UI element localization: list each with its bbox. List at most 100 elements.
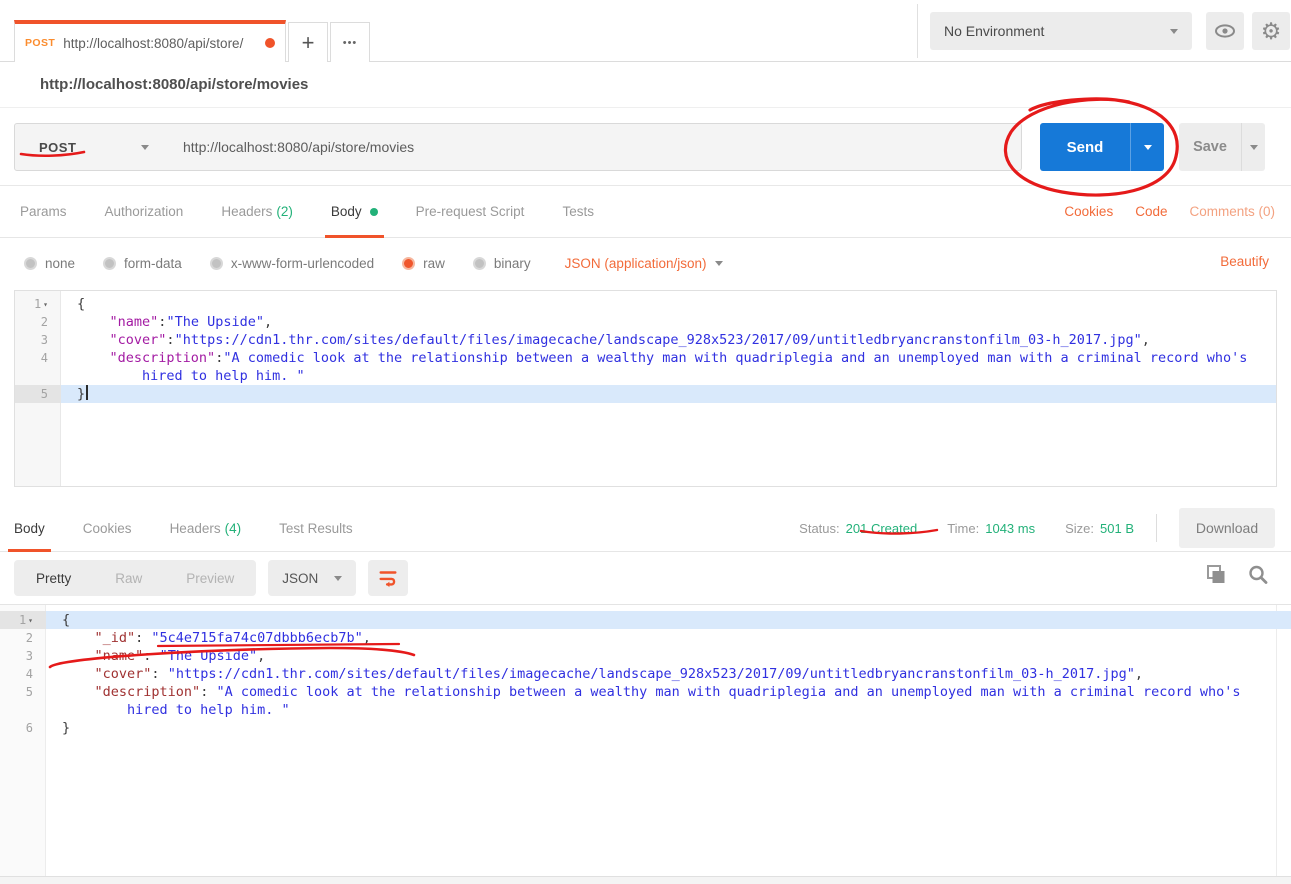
- response-tab-headers[interactable]: Headers(4): [170, 505, 242, 552]
- tab-authorization[interactable]: Authorization: [105, 186, 184, 238]
- more-icon: •••: [343, 37, 358, 49]
- url-input[interactable]: http://localhost:8080/api/store/movies: [165, 123, 1022, 171]
- environment-label: No Environment: [944, 23, 1044, 39]
- code-link[interactable]: Code: [1135, 204, 1167, 219]
- request-tabs-bar: Params Authorization Headers(2) Body Pre…: [0, 186, 1291, 238]
- search-icon[interactable]: [1247, 564, 1269, 586]
- header-bar: POST http://localhost:8080/api/store/ + …: [0, 0, 1291, 62]
- comments-link[interactable]: Comments (0): [1189, 204, 1275, 219]
- request-tab[interactable]: POST http://localhost:8080/api/store/: [14, 20, 286, 62]
- tab-headers[interactable]: Headers(2): [221, 186, 293, 238]
- size-value: 501 B: [1100, 521, 1134, 536]
- tab-tests[interactable]: Tests: [562, 186, 594, 238]
- tab-body[interactable]: Body: [331, 186, 378, 238]
- tab-method-badge: POST: [25, 37, 55, 49]
- code-line[interactable]: 5}: [15, 385, 1276, 403]
- radio-icon: [473, 257, 486, 270]
- code-line[interactable]: 4 "description":"A comedic look at the r…: [15, 349, 1276, 367]
- code-line[interactable]: hired to help him. ": [0, 701, 1291, 719]
- status-badge: 201 Created: [846, 521, 918, 536]
- body-type-bar: none form-data x-www-form-urlencoded raw…: [0, 238, 1291, 288]
- postman-app: POST http://localhost:8080/api/store/ + …: [0, 0, 1291, 884]
- radio-none[interactable]: none: [24, 256, 75, 271]
- settings-button[interactable]: ⚙: [1252, 12, 1290, 50]
- view-switcher: Pretty Raw Preview: [14, 560, 256, 596]
- copy-icon[interactable]: [1205, 564, 1227, 586]
- chevron-down-icon: [1170, 29, 1178, 34]
- request-builder: POST http://localhost:8080/api/store/mov…: [0, 108, 1291, 186]
- beautify-link[interactable]: Beautify: [1220, 254, 1269, 269]
- tab-pre-request-script[interactable]: Pre-request Script: [416, 186, 525, 238]
- radio-icon: [24, 257, 37, 270]
- view-pretty[interactable]: Pretty: [14, 571, 93, 586]
- response-headers-count-badge: (4): [225, 521, 242, 536]
- code-line[interactable]: 3 "name": "The Upside",: [0, 647, 1291, 665]
- wrap-lines-button[interactable]: [368, 560, 408, 596]
- download-button[interactable]: Download: [1179, 508, 1275, 548]
- code-line[interactable]: 6}: [0, 719, 1291, 737]
- save-options-button[interactable]: [1241, 123, 1265, 171]
- status-label: Status:: [799, 521, 839, 536]
- time-value: 1043 ms: [985, 521, 1035, 536]
- save-label: Save: [1193, 139, 1227, 155]
- code-line[interactable]: hired to help him. ": [15, 367, 1276, 385]
- response-tab-body[interactable]: Body: [14, 505, 45, 552]
- eye-icon: [1214, 23, 1236, 39]
- radio-icon: [210, 257, 223, 270]
- cookies-link[interactable]: Cookies: [1064, 204, 1113, 219]
- time-label: Time:: [947, 521, 979, 536]
- new-tab-button[interactable]: +: [288, 22, 328, 62]
- tab-params[interactable]: Params: [20, 186, 67, 238]
- radio-x-www-form-urlencoded[interactable]: x-www-form-urlencoded: [210, 256, 374, 271]
- chevron-down-icon: [141, 145, 149, 150]
- radio-binary[interactable]: binary: [473, 256, 531, 271]
- request-body-editor[interactable]: 1▾{2 "name":"The Upside",3 "cover":"http…: [14, 290, 1277, 487]
- code-line[interactable]: 2 "_id": "5c4e715fa74c07dbbb6ecb7b",: [0, 629, 1291, 647]
- radio-raw[interactable]: raw: [402, 256, 445, 271]
- content-type-label: JSON (application/json): [565, 256, 707, 271]
- view-raw[interactable]: Raw: [93, 571, 164, 586]
- code-line[interactable]: 4 "cover": "https://cdn1.thr.com/sites/d…: [0, 665, 1291, 683]
- response-tab-test-results[interactable]: Test Results: [279, 505, 353, 552]
- meta-divider: [1156, 514, 1157, 542]
- body-edited-dot-icon: [370, 208, 378, 216]
- plus-icon: +: [302, 30, 315, 56]
- send-label: Send: [1067, 139, 1104, 156]
- response-meta-bar: Body Cookies Headers(4) Test Results Sta…: [0, 505, 1291, 552]
- wrap-text-icon: [377, 567, 399, 589]
- method-selector[interactable]: POST: [14, 123, 166, 171]
- code-line[interactable]: 3 "cover":"https://cdn1.thr.com/sites/de…: [15, 331, 1276, 349]
- response-view-toolbar: Pretty Raw Preview JSON: [0, 552, 1291, 604]
- tab-url-label: http://localhost:8080/api/store/: [63, 36, 257, 51]
- headers-count-badge: (2): [276, 204, 293, 219]
- tab-options-button[interactable]: •••: [330, 22, 370, 62]
- language-label: JSON: [282, 571, 318, 586]
- send-button[interactable]: Send: [1040, 123, 1130, 171]
- code-line[interactable]: 1▾{: [15, 295, 1276, 313]
- response-body-editor[interactable]: 1▾{2 "_id": "5c4e715fa74c07dbbb6ecb7b",3…: [0, 604, 1291, 876]
- url-value: http://localhost:8080/api/store/movies: [183, 139, 414, 155]
- unsaved-changes-dot-icon: [265, 38, 275, 48]
- radio-form-data[interactable]: form-data: [103, 256, 182, 271]
- environment-selector[interactable]: No Environment: [930, 12, 1192, 50]
- content-type-selector[interactable]: JSON (application/json): [565, 256, 724, 271]
- environment-quick-look-button[interactable]: [1206, 12, 1244, 50]
- chevron-down-icon: [1144, 145, 1152, 150]
- view-preview[interactable]: Preview: [164, 571, 256, 586]
- status-strip: [0, 876, 1291, 884]
- code-line[interactable]: 1▾{: [0, 611, 1291, 629]
- request-title-row: http://localhost:8080/api/store/movies: [0, 62, 1291, 108]
- code-line[interactable]: 5 "description": "A comedic look at the …: [0, 683, 1291, 701]
- response-language-selector[interactable]: JSON: [268, 560, 356, 596]
- method-label: POST: [39, 140, 76, 155]
- chevron-down-icon: [715, 261, 723, 266]
- response-tab-cookies[interactable]: Cookies: [83, 505, 132, 552]
- chevron-down-icon: [334, 576, 342, 581]
- gear-icon: ⚙: [1261, 18, 1282, 45]
- request-title: http://localhost:8080/api/store/movies: [40, 76, 308, 93]
- code-line[interactable]: 2 "name":"The Upside",: [15, 313, 1276, 331]
- save-button[interactable]: Save: [1179, 123, 1241, 171]
- size-label: Size:: [1065, 521, 1094, 536]
- send-options-button[interactable]: [1130, 123, 1164, 171]
- radio-icon: [103, 257, 116, 270]
